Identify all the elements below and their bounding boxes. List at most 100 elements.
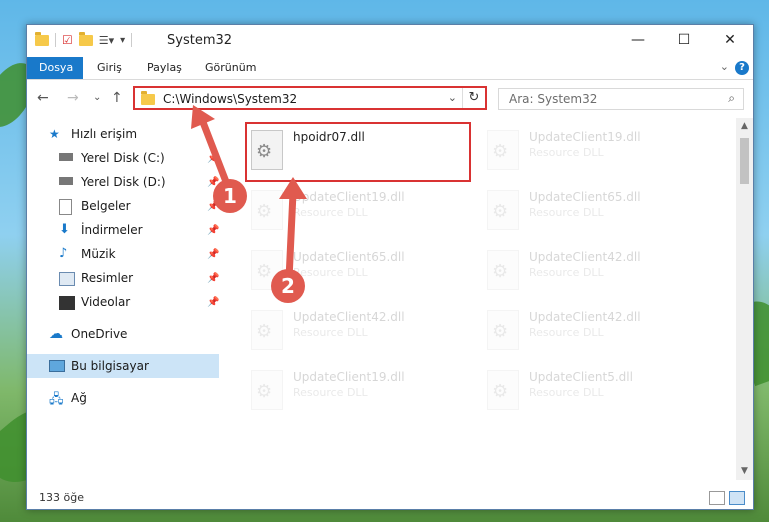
up-icon[interactable]: ↑ [111, 90, 123, 106]
tab-view[interactable]: Görünüm [193, 57, 268, 79]
file-description: Resource DLL [529, 206, 604, 219]
file-name: UpdateClient19.dll [529, 130, 641, 144]
window-title: System32 [167, 33, 233, 48]
pin-icon: 📌 [207, 248, 220, 260]
music-icon: ♪ [59, 246, 68, 261]
nav-item-network[interactable]: 🖧 Ağ [27, 386, 219, 410]
minimize-button[interactable]: — [615, 25, 661, 55]
divider [131, 33, 133, 47]
nav-item-label: Ağ [71, 391, 87, 405]
video-icon [59, 296, 75, 310]
status-bar: 133 öğe [27, 487, 753, 509]
file-item[interactable]: UpdateClient42.dll Resource DLL [481, 244, 711, 294]
highlight-box [245, 122, 471, 182]
nav-item-music[interactable]: ♪ Müzik 📌 [27, 242, 219, 266]
search-icon[interactable]: ⌕ [728, 91, 735, 106]
window-controls: — ☐ ✕ [615, 25, 753, 55]
file-name: UpdateClient65.dll [529, 190, 641, 204]
vertical-scrollbar[interactable]: ▲ ▼ [736, 118, 753, 480]
properties-icon[interactable]: ☑ [62, 33, 73, 47]
star-icon: ★ [49, 127, 60, 141]
nav-item-label: Resimler [81, 271, 134, 285]
address-path[interactable]: C:\Windows\System32 [163, 92, 297, 106]
large-icons-view-icon[interactable] [729, 491, 745, 505]
file-item[interactable]: UpdateClient19.dll Resource DLL [481, 124, 711, 174]
dll-file-icon [487, 370, 519, 410]
step-badge-1: 1 [213, 179, 247, 213]
tab-file[interactable]: Dosya [27, 57, 83, 79]
nav-item-label: Müzik [81, 247, 116, 261]
file-item[interactable]: UpdateClient42.dll Resource DLL [245, 304, 475, 354]
file-item[interactable]: UpdateClient65.dll Resource DLL [481, 184, 711, 234]
dll-file-icon [487, 130, 519, 170]
toolbar-dropdown-icon[interactable]: ▾ [120, 35, 125, 46]
refresh-icon[interactable]: ↻ [462, 88, 485, 108]
nav-item-label: OneDrive [71, 327, 128, 341]
documents-icon [59, 199, 72, 215]
nav-item-label: Videolar [81, 295, 131, 309]
details-view-icon[interactable] [709, 491, 725, 505]
file-name: UpdateClient19.dll [293, 370, 405, 384]
explorer-window: ☑ ☰▾ ▾ System32 — ☐ ✕ Dosya Giriş Paylaş… [26, 24, 754, 510]
step-badge-2: 2 [271, 269, 305, 303]
file-name: UpdateClient42.dll [293, 310, 405, 324]
file-description: Resource DLL [529, 146, 604, 159]
close-button[interactable]: ✕ [707, 25, 753, 55]
maximize-button[interactable]: ☐ [661, 25, 707, 55]
drive-icon [59, 153, 73, 161]
expand-ribbon-icon[interactable]: ⌄ [720, 60, 729, 73]
nav-item-this-pc[interactable]: Bu bilgisayar [27, 354, 219, 378]
folder-icon [141, 91, 155, 105]
cloud-icon: ☁ [49, 326, 63, 342]
network-icon: 🖧 [49, 392, 64, 407]
file-name: UpdateClient5.dll [529, 370, 633, 384]
item-count: 133 öğe [39, 491, 84, 504]
title-bar: ☑ ☰▾ ▾ System32 — ☐ ✕ [27, 25, 753, 57]
file-item[interactable]: UpdateClient19.dll Resource DLL [245, 364, 475, 414]
search-placeholder: Ara: System32 [509, 92, 598, 106]
file-item[interactable]: UpdateClient5.dll Resource DLL [481, 364, 711, 414]
forward-icon[interactable]: → [67, 90, 79, 106]
file-description: Resource DLL [529, 326, 604, 339]
dll-file-icon [487, 310, 519, 350]
dll-file-icon [487, 190, 519, 230]
download-icon: ⬇ [59, 222, 70, 237]
new-folder-icon[interactable] [78, 31, 93, 46]
nav-item-label: İndirmeler [81, 223, 143, 237]
pin-icon: 📌 [207, 224, 220, 236]
tab-share[interactable]: Paylaş [135, 57, 194, 79]
nav-item-pictures[interactable]: Resimler 📌 [27, 266, 219, 290]
scrollbar-thumb[interactable] [740, 138, 749, 184]
pin-icon: 📌 [207, 272, 220, 284]
help-icon[interactable]: ? [735, 61, 749, 75]
address-dropdown-icon[interactable]: ⌄ [448, 91, 457, 104]
search-input[interactable]: Ara: System32 ⌕ [498, 88, 744, 110]
file-name: UpdateClient42.dll [529, 250, 641, 264]
recent-locations-icon[interactable]: ⌄ [93, 92, 101, 103]
file-description: Resource DLL [529, 386, 604, 399]
nav-item-downloads[interactable]: ⬇ İndirmeler 📌 [27, 218, 219, 242]
drive-icon [59, 177, 73, 185]
pin-icon: 📌 [207, 296, 220, 308]
pictures-icon [59, 272, 75, 286]
scroll-down-icon[interactable]: ▼ [736, 463, 753, 480]
nav-item-label: Yerel Disk (C:) [81, 151, 165, 165]
dll-file-icon [251, 370, 283, 410]
dll-file-icon [251, 310, 283, 350]
tab-home[interactable]: Giriş [85, 57, 134, 79]
nav-item-label: Hızlı erişim [71, 127, 138, 141]
file-item[interactable]: UpdateClient42.dll Resource DLL [481, 304, 711, 354]
scroll-up-icon[interactable]: ▲ [736, 118, 753, 135]
back-icon[interactable]: ← [37, 90, 49, 106]
nav-item-onedrive[interactable]: ☁ OneDrive [27, 322, 219, 346]
customize-toolbar-icon[interactable]: ☰▾ [99, 34, 114, 47]
dll-file-icon [487, 250, 519, 290]
divider [55, 33, 56, 47]
file-name: UpdateClient42.dll [529, 310, 641, 324]
folder-icon [35, 31, 49, 46]
nav-item-videos[interactable]: Videolar 📌 [27, 290, 219, 314]
file-description: Resource DLL [293, 386, 368, 399]
nav-item-label: Yerel Disk (D:) [81, 175, 166, 189]
nav-item-label: Belgeler [81, 199, 131, 213]
quick-access-toolbar: ☑ ☰▾ ▾ [35, 31, 133, 47]
